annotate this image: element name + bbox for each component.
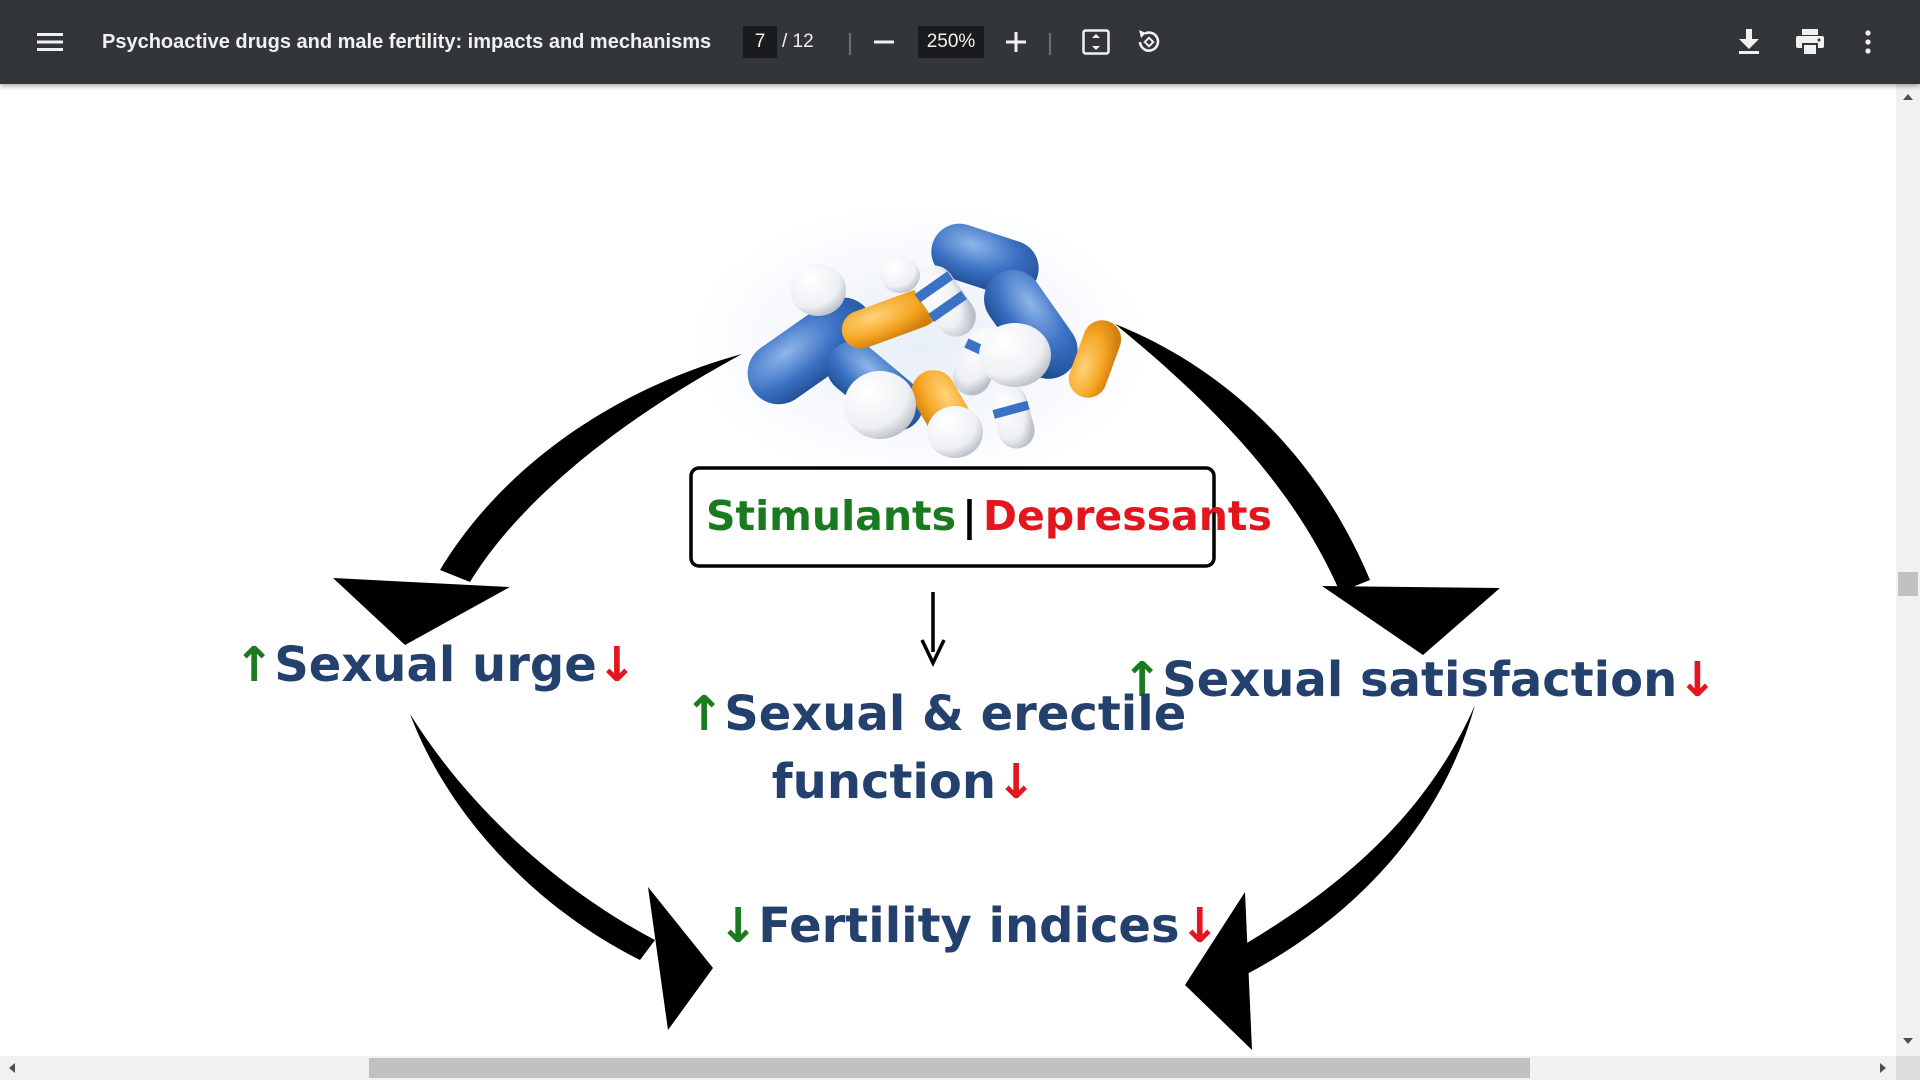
- toolbar-divider: [1049, 33, 1051, 55]
- down-arrow-icon: ↓: [996, 754, 1037, 810]
- scroll-down-icon[interactable]: [1903, 1038, 1913, 1044]
- sexual-satisfaction-label: ↑Sexual satisfaction↓: [1122, 652, 1718, 708]
- up-arrow-icon: ↑: [234, 637, 275, 693]
- scroll-right-icon[interactable]: [1880, 1063, 1886, 1073]
- minus-icon: [874, 40, 894, 44]
- down-arrow-icon: ↓: [1677, 652, 1718, 708]
- pdf-toolbar: Psychoactive drugs and male fertility: i…: [0, 0, 1920, 84]
- arrow-head-fertility-left: [648, 887, 713, 1030]
- print-icon: [1796, 29, 1824, 55]
- print-button[interactable]: [1788, 22, 1832, 62]
- zoom-level-input[interactable]: 250%: [918, 26, 984, 58]
- pills-illustration: [690, 205, 1150, 485]
- plus-icon: [1006, 32, 1026, 52]
- box-divider: |: [962, 492, 977, 540]
- fertility-indices-label: ↓Fertility indices↓: [718, 898, 1220, 954]
- arrow-head-sexual-urge: [333, 578, 510, 645]
- page-total: / 12: [782, 31, 814, 52]
- up-arrow-icon: ↑: [684, 686, 725, 742]
- stimulants-label: Stimulants: [706, 492, 957, 540]
- arrow-down-center: [920, 592, 946, 668]
- depressants-label: Depressants: [983, 492, 1272, 540]
- document-title: Psychoactive drugs and male fertility: i…: [102, 30, 712, 53]
- zoom-out-button[interactable]: [866, 22, 902, 62]
- arrow-from-urge: [410, 714, 655, 960]
- down-arrow-icon: ↓: [718, 898, 759, 954]
- sexual-urge-label: ↑Sexual urge↓: [234, 637, 638, 693]
- more-vert-icon: [1865, 30, 1871, 54]
- vertical-scrollbar[interactable]: [1896, 84, 1920, 1056]
- arrow-head-sexual-satisfaction: [1322, 586, 1500, 655]
- download-button[interactable]: [1728, 22, 1770, 62]
- menu-icon[interactable]: [28, 22, 72, 62]
- scroll-left-icon[interactable]: [9, 1063, 15, 1073]
- more-options-button[interactable]: [1848, 22, 1888, 62]
- zoom-in-button[interactable]: [998, 22, 1034, 62]
- vertical-scroll-thumb[interactable]: [1898, 572, 1918, 596]
- horizontal-scroll-thumb[interactable]: [369, 1058, 1530, 1078]
- scrollbar-corner: [1896, 1056, 1920, 1080]
- download-icon: [1739, 29, 1759, 54]
- sexual-function-label: ↑Sexual & erectile function↓: [684, 686, 1187, 810]
- fit-to-page-button[interactable]: [1076, 22, 1116, 62]
- toolbar-divider: [849, 33, 851, 55]
- rotate-icon: [1138, 30, 1160, 52]
- fit-page-icon: [1082, 29, 1110, 55]
- down-arrow-icon: ↓: [596, 637, 638, 693]
- rotate-button[interactable]: [1128, 22, 1170, 62]
- drug-class-label: Stimulants | Depressants: [706, 492, 1272, 540]
- down-arrow-icon: ↓: [1179, 898, 1220, 954]
- document-viewer[interactable]: Stimulants | Depressants ↑Sexual urge↓ ↑Se…: [0, 84, 1896, 1056]
- page-number-input[interactable]: 7: [743, 26, 777, 58]
- arrow-from-satisfaction: [1232, 705, 1475, 975]
- scroll-up-icon[interactable]: [1903, 94, 1913, 100]
